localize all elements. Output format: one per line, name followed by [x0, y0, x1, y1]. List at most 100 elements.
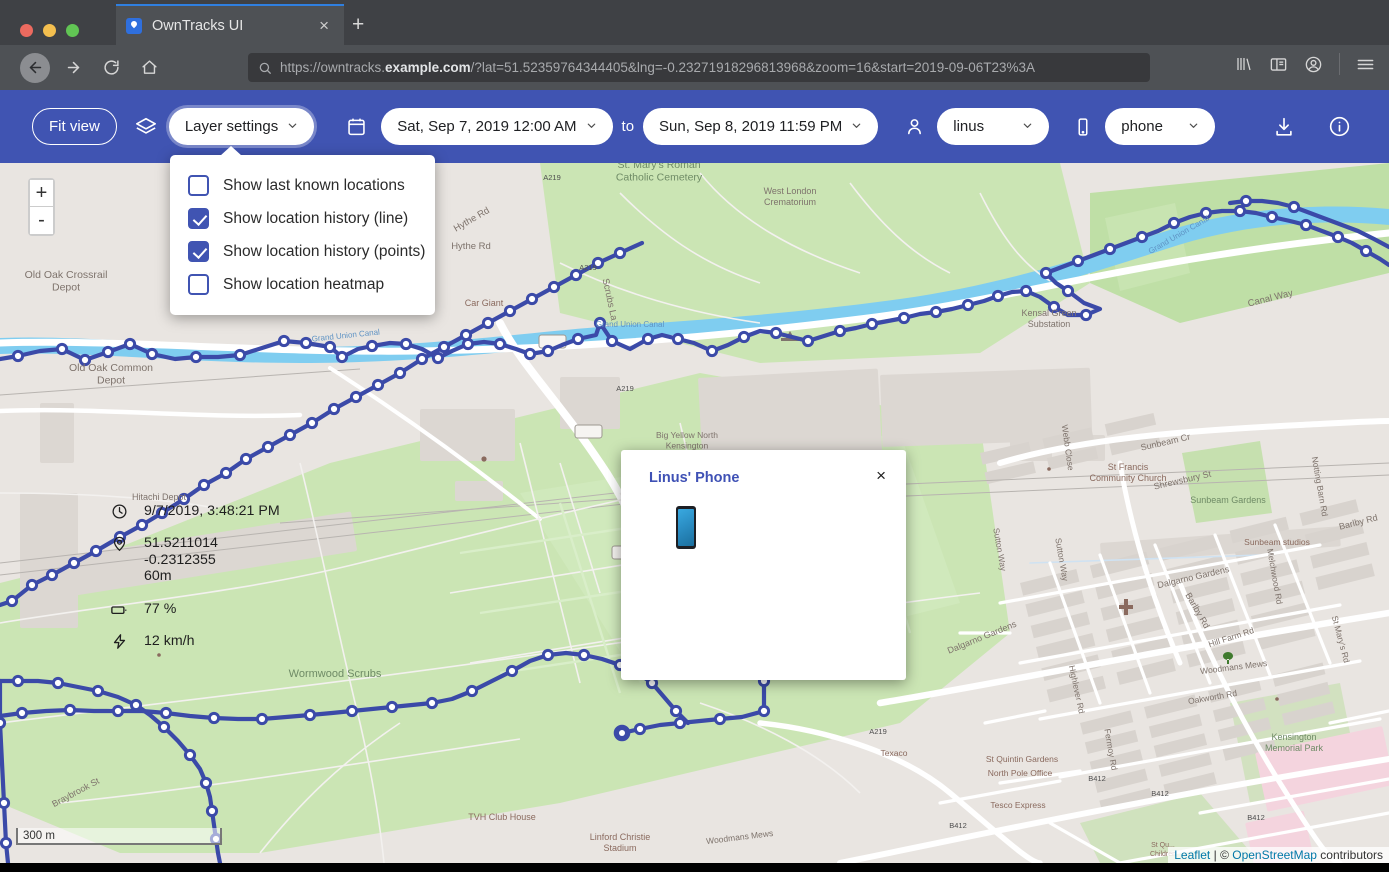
- chevron-down-icon: [1188, 120, 1199, 134]
- leaflet-link[interactable]: Leaflet: [1174, 848, 1210, 862]
- browser-toolbar-right: [1235, 53, 1375, 75]
- map-label: B412: [949, 821, 967, 830]
- chevron-down-icon: [586, 120, 597, 134]
- layer-option-label: Show location heatmap: [223, 276, 384, 294]
- home-button[interactable]: [134, 53, 164, 83]
- person-icon: [904, 116, 925, 137]
- sidebar-icon[interactable]: [1269, 55, 1288, 74]
- layer-settings-button[interactable]: Layer settings: [169, 108, 314, 145]
- window-controls: [20, 24, 79, 37]
- close-icon[interactable]: ×: [314, 15, 334, 36]
- fit-view-button[interactable]: Fit view: [32, 108, 117, 145]
- date-start-picker[interactable]: Sat, Sep 7, 2019 12:00 AM: [381, 108, 612, 145]
- checkbox-layer-option-0[interactable]: [188, 175, 209, 196]
- device-popup: Linus' Phone ×: [621, 450, 906, 680]
- map-label: St Quintin Gardens: [986, 754, 1058, 764]
- zoom-out-button[interactable]: -: [30, 207, 53, 234]
- layer-option-label: Show location history (line): [223, 210, 408, 228]
- zoom-in-button[interactable]: +: [30, 180, 53, 207]
- map-label: Texaco: [881, 748, 908, 758]
- layer-option-2[interactable]: Show location history (points): [170, 235, 435, 268]
- map-label: North Pole Office: [988, 768, 1053, 778]
- checkbox-layer-option-2[interactable]: [188, 241, 209, 262]
- layer-option-3[interactable]: Show location heatmap: [170, 268, 435, 301]
- device-select[interactable]: phone: [1105, 108, 1215, 145]
- user-select[interactable]: linus: [937, 108, 1049, 145]
- map-label: Sunbeam studios: [1244, 537, 1310, 547]
- map-label: Kensal GreenSubstation: [1021, 308, 1076, 329]
- new-tab-button[interactable]: +: [352, 14, 364, 35]
- map-label: Sunbeam Gardens: [1190, 495, 1266, 505]
- clock-icon: [108, 503, 130, 520]
- calendar-icon[interactable]: [346, 116, 367, 137]
- browser-tab[interactable]: OwnTracks UI ×: [116, 4, 344, 45]
- menu-icon[interactable]: [1356, 55, 1375, 74]
- window-minimize-button[interactable]: [43, 24, 56, 37]
- download-icon[interactable]: [1273, 116, 1295, 138]
- map-label: St. Mary's RomanCatholic Cemetery: [616, 163, 703, 184]
- back-button[interactable]: [20, 53, 50, 83]
- account-icon[interactable]: [1304, 55, 1323, 74]
- location-pin-icon: [126, 18, 142, 34]
- library-icon[interactable]: [1235, 55, 1253, 73]
- layer-option-label: Show last known locations: [223, 177, 405, 195]
- map-label: B412: [1151, 789, 1169, 798]
- date-end-label: Sun, Sep 8, 2019 11:59 PM: [659, 118, 842, 135]
- map-label: KensingtonMemorial Park: [1265, 732, 1324, 753]
- map-scale-label: 300 m: [23, 830, 55, 842]
- app-toolbar: Fit view Layer settings Sat, Sep 7, 2019…: [0, 90, 1389, 163]
- date-end-picker[interactable]: Sun, Sep 8, 2019 11:59 PM: [643, 108, 878, 145]
- popup-row-location: 51.5211014 -0.2312355 60m: [108, 535, 218, 585]
- popup-time-value: 9/7/2019, 3:48:21 PM: [144, 503, 280, 520]
- map-label: Hythe Rd: [451, 241, 491, 252]
- chevron-down-icon: [1022, 120, 1033, 134]
- smartphone-photo: [658, 502, 714, 552]
- battery-icon: [108, 601, 130, 619]
- map-zoom-controls[interactable]: + -: [28, 178, 55, 236]
- window-close-button[interactable]: [20, 24, 33, 37]
- map-scale-bar: 300 m: [16, 828, 222, 845]
- popup-speed-value: 12 km/h: [144, 633, 194, 650]
- layer-settings-dropdown: Show last known locations Show location h…: [170, 155, 435, 315]
- map-label: Tesco Express: [990, 800, 1045, 810]
- map-label: B412: [1247, 813, 1265, 822]
- layer-option-1[interactable]: Show location history (line): [170, 202, 435, 235]
- search-icon: [258, 61, 272, 75]
- user-label: linus: [953, 118, 984, 135]
- popup-row-battery: 77 %: [108, 601, 176, 619]
- openstreetmap-link[interactable]: OpenStreetMap: [1232, 848, 1317, 862]
- map-label: A219: [616, 384, 634, 393]
- tab-title: OwnTracks UI: [152, 18, 314, 34]
- close-icon[interactable]: ×: [876, 467, 886, 484]
- chevron-down-icon: [851, 120, 862, 134]
- browser-tabstrip: OwnTracks UI × +: [0, 0, 1389, 45]
- speed-bolt-icon: [108, 633, 130, 650]
- info-icon[interactable]: [1328, 115, 1351, 138]
- map-label: Grand Union Canal: [596, 320, 665, 329]
- fit-view-label: Fit view: [49, 118, 100, 135]
- checkbox-layer-option-1[interactable]: [188, 208, 209, 229]
- layer-settings-label: Layer settings: [185, 118, 278, 135]
- layer-option-label: Show location history (points): [223, 243, 425, 261]
- copyright-symbol: ©: [1220, 848, 1232, 862]
- contributors-label: contributors: [1317, 848, 1383, 862]
- map-label: A219: [869, 727, 887, 736]
- layer-option-0[interactable]: Show last known locations: [170, 169, 435, 202]
- layers-icon[interactable]: [135, 116, 157, 138]
- reload-button[interactable]: [96, 53, 126, 83]
- map-label: Car Giant: [465, 298, 504, 308]
- popup-row-time: 9/7/2019, 3:48:21 PM: [108, 503, 280, 520]
- forward-button[interactable]: [58, 53, 88, 83]
- url-bar[interactable]: https://owntracks.example.com/?lat=51.52…: [248, 53, 1150, 82]
- smartphone-icon: [1073, 117, 1093, 137]
- checkbox-layer-option-3[interactable]: [188, 274, 209, 295]
- map-label: TVH Club House: [468, 812, 536, 822]
- popup-row-speed: 12 km/h: [108, 633, 194, 650]
- attribution-separator: |: [1210, 848, 1220, 862]
- map-label: B412: [1088, 774, 1106, 783]
- map-label: West LondonCrematorium: [764, 186, 817, 207]
- window-maximize-button[interactable]: [66, 24, 79, 37]
- map-label: Hitachi Depot: [132, 492, 187, 502]
- map-label: Wormwood Scrubs: [289, 668, 382, 680]
- date-start-label: Sat, Sep 7, 2019 12:00 AM: [397, 118, 576, 135]
